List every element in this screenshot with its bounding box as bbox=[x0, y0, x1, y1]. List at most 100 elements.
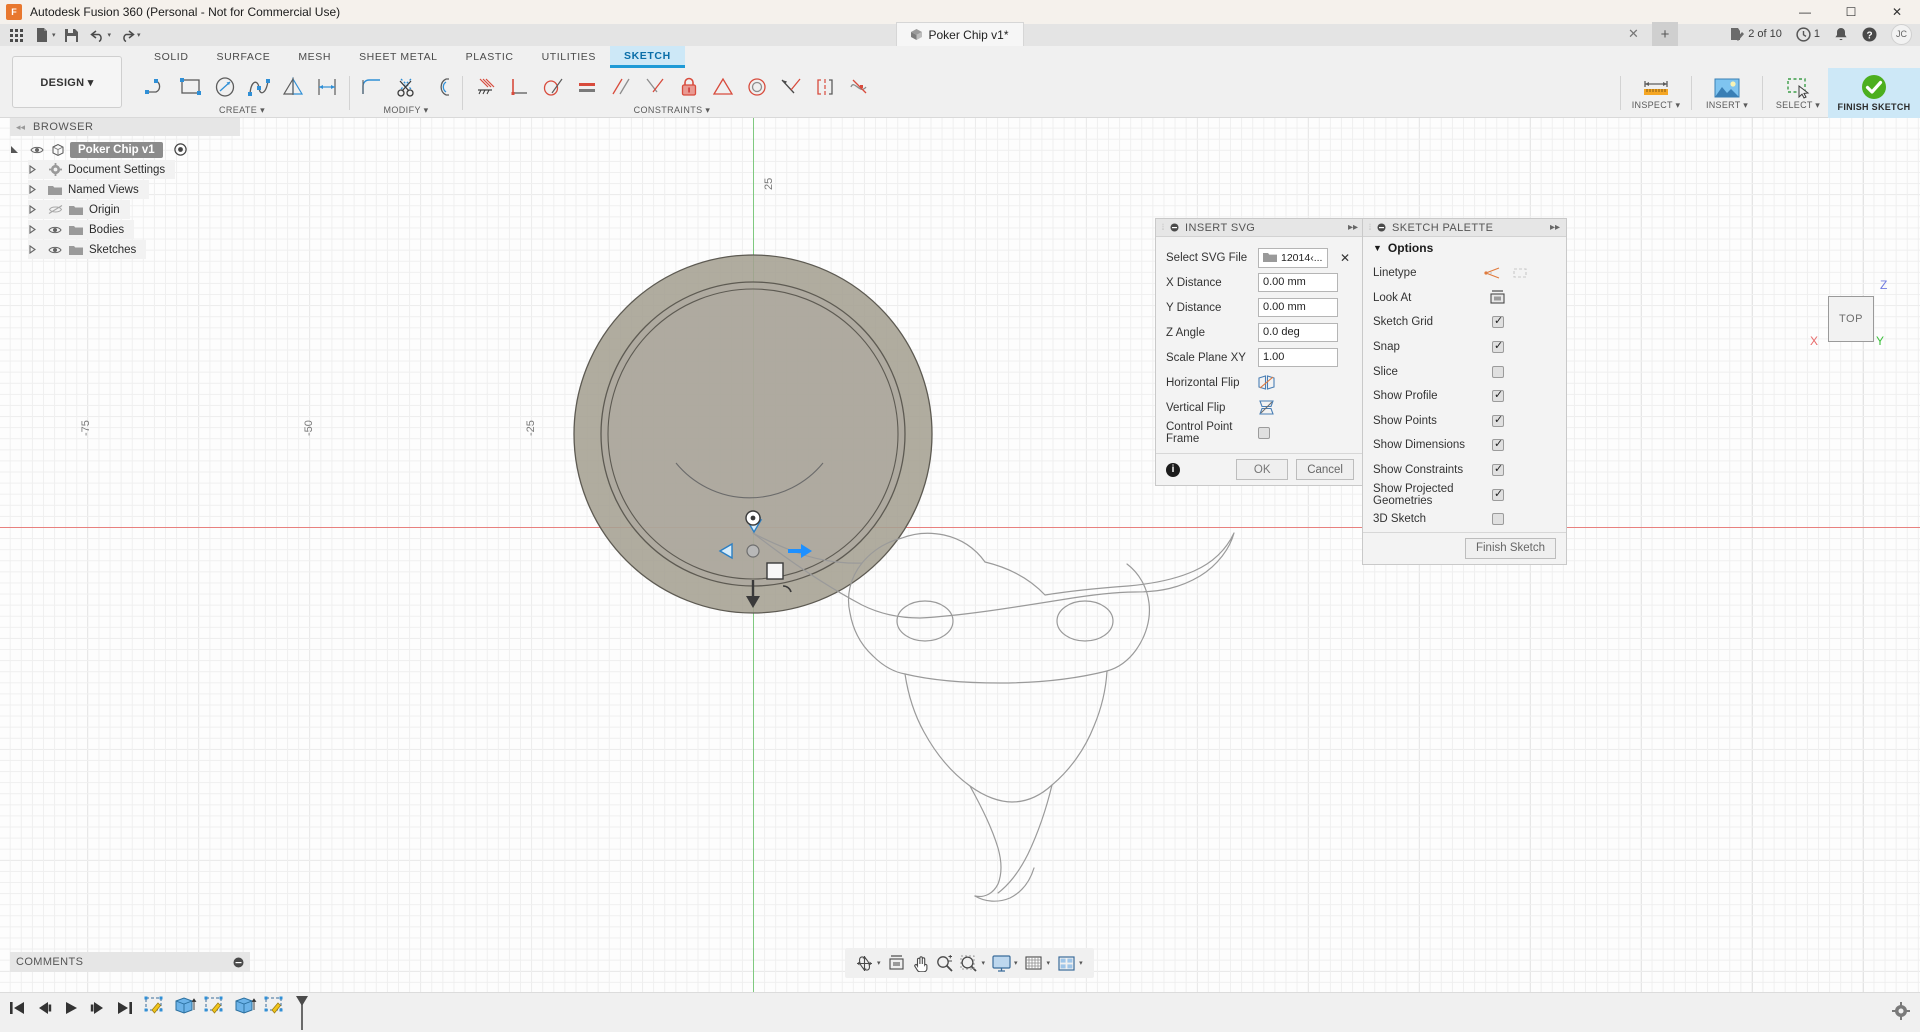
document-tab-close-button[interactable]: ✕ bbox=[1628, 26, 1639, 42]
constraint-parallel-icon[interactable] bbox=[604, 70, 638, 104]
create-rectangle-icon[interactable] bbox=[174, 70, 208, 104]
orbit-icon[interactable] bbox=[853, 951, 875, 975]
tab-utilities[interactable]: UTILITIES bbox=[528, 46, 610, 68]
fit-icon[interactable] bbox=[958, 951, 980, 975]
timeline-feature-sketch-2[interactable] bbox=[203, 996, 227, 1018]
new-tab-button[interactable]: + bbox=[1652, 22, 1678, 46]
browser-root-label[interactable]: Poker Chip v1 bbox=[70, 142, 163, 158]
tab-sheet-metal[interactable]: SHEET METAL bbox=[345, 46, 452, 68]
create-line-icon[interactable] bbox=[140, 70, 174, 104]
constraint-symmetry-icon[interactable] bbox=[706, 70, 740, 104]
help-icon[interactable]: ? bbox=[1862, 27, 1877, 42]
job-history-status[interactable]: 1 bbox=[1796, 27, 1820, 42]
timeline-play-icon[interactable] bbox=[62, 998, 80, 1018]
timeline-feature-sketch-3[interactable] bbox=[263, 996, 287, 1018]
linetype-normal-icon[interactable] bbox=[1483, 266, 1501, 280]
constraint-collinear-icon[interactable] bbox=[774, 70, 808, 104]
sketch-canvas[interactable]: -75 -50 -25 25 bbox=[0, 118, 1920, 1032]
palette-expand-icon[interactable]: ▸▸ bbox=[1550, 222, 1560, 233]
view-cube-face-top[interactable]: TOP bbox=[1828, 296, 1874, 342]
show-points-checkbox[interactable] bbox=[1492, 415, 1504, 427]
modify-fillet-icon[interactable] bbox=[355, 70, 389, 104]
display-settings-caret-icon[interactable]: ▾ bbox=[1014, 959, 1018, 967]
timeline-begin-icon[interactable] bbox=[8, 998, 26, 1018]
modify-offset-icon[interactable] bbox=[423, 70, 457, 104]
sketch-point-origin[interactable] bbox=[738, 503, 768, 533]
visibility-icon[interactable] bbox=[47, 225, 63, 235]
timeline-feature-extrude-2[interactable] bbox=[233, 996, 257, 1018]
constraint-symmetric-icon[interactable] bbox=[808, 70, 842, 104]
z-angle-input[interactable]: 0.0 deg bbox=[1258, 323, 1338, 342]
group-constraints-label[interactable]: CONSTRAINTS ▾ bbox=[634, 105, 711, 116]
look-at-icon[interactable] bbox=[1489, 290, 1506, 305]
workspace-switcher-button[interactable]: DESIGN ▾ bbox=[12, 56, 122, 108]
select-command[interactable]: SELECT ▾ bbox=[1768, 68, 1828, 118]
constraint-fix-lock-icon[interactable] bbox=[672, 70, 706, 104]
finish-sketch-button[interactable]: Finish Sketch bbox=[1465, 538, 1556, 559]
select-svg-file-button[interactable]: 12014‹... bbox=[1258, 248, 1328, 268]
minimize-button[interactable]: — bbox=[1782, 0, 1828, 24]
timeline-step-back-icon[interactable] bbox=[35, 998, 53, 1018]
display-settings-icon[interactable] bbox=[990, 951, 1012, 975]
section-collapse-triangle-icon[interactable]: ▼ bbox=[1373, 243, 1382, 253]
tab-sketch[interactable]: SKETCH bbox=[610, 46, 685, 68]
insert-command[interactable]: INSERT ▾ bbox=[1697, 68, 1757, 118]
x-distance-input[interactable]: 0.00 mm bbox=[1258, 273, 1338, 292]
vertical-flip-icon[interactable] bbox=[1258, 400, 1275, 415]
redo-icon[interactable] bbox=[115, 25, 139, 45]
browser-item-origin[interactable]: Origin bbox=[28, 200, 130, 219]
jobs-status[interactable]: 2 of 10 bbox=[1730, 27, 1782, 41]
user-avatar[interactable]: JC bbox=[1891, 24, 1912, 45]
constraint-curvature-icon[interactable] bbox=[842, 70, 876, 104]
finish-sketch-command[interactable]: FINISH SKETCH bbox=[1828, 68, 1920, 118]
pan-icon[interactable] bbox=[910, 951, 932, 975]
constraint-midpoint-icon[interactable] bbox=[638, 70, 672, 104]
zoom-icon[interactable] bbox=[934, 951, 956, 975]
create-dimension-icon[interactable] bbox=[310, 70, 344, 104]
constraint-tangent-icon[interactable] bbox=[536, 70, 570, 104]
redo-caret-icon[interactable]: ▾ bbox=[137, 31, 141, 39]
viewports-icon[interactable] bbox=[1055, 951, 1077, 975]
constraint-concentric-icon[interactable] bbox=[740, 70, 774, 104]
root-radio-icon[interactable] bbox=[174, 143, 187, 156]
visibility-icon[interactable] bbox=[47, 245, 63, 255]
control-point-frame-checkbox[interactable] bbox=[1258, 427, 1270, 439]
timeline-feature-extrude[interactable] bbox=[173, 996, 197, 1018]
tab-solid[interactable]: SOLID bbox=[140, 46, 203, 68]
dialog-grip-icon[interactable]: ⦙ bbox=[1162, 222, 1164, 233]
palette-grip-icon[interactable]: ⦙ bbox=[1369, 222, 1371, 233]
expand-arrow-icon[interactable] bbox=[28, 225, 42, 234]
options-section-header[interactable]: ▼ Options bbox=[1363, 237, 1566, 261]
new-document-icon[interactable] bbox=[30, 25, 54, 45]
grid-snaps-icon[interactable] bbox=[1023, 951, 1045, 975]
browser-collapse-icon[interactable]: ◂◂ bbox=[16, 122, 25, 133]
inspect-command[interactable]: INSPECT ▾ bbox=[1626, 68, 1686, 118]
browser-item-sketches[interactable]: Sketches bbox=[28, 240, 146, 259]
show-projected-geometries-checkbox[interactable] bbox=[1492, 489, 1504, 501]
expand-arrow-icon[interactable] bbox=[28, 245, 42, 254]
browser-item-bodies[interactable]: Bodies bbox=[28, 220, 134, 239]
linetype-construction-icon[interactable] bbox=[1511, 266, 1529, 280]
save-icon[interactable] bbox=[60, 25, 84, 45]
dialog-expand-icon[interactable]: ▸▸ bbox=[1348, 222, 1358, 233]
show-constraints-checkbox[interactable] bbox=[1492, 464, 1504, 476]
undo-icon[interactable] bbox=[86, 25, 110, 45]
browser-item-named-views[interactable]: Named Views bbox=[28, 180, 149, 199]
modify-trim-icon[interactable] bbox=[389, 70, 423, 104]
browser-item-document-settings[interactable]: Document Settings bbox=[28, 160, 175, 179]
create-mirror-icon[interactable] bbox=[276, 70, 310, 104]
constraint-fix-icon[interactable] bbox=[468, 70, 502, 104]
root-visibility-icon[interactable] bbox=[29, 145, 45, 155]
palette-collapse-icon[interactable] bbox=[1377, 223, 1386, 232]
slice-checkbox[interactable] bbox=[1492, 366, 1504, 378]
ok-button[interactable]: OK bbox=[1236, 459, 1288, 480]
document-tab-poker-chip[interactable]: Poker Chip v1* bbox=[896, 22, 1023, 46]
tab-plastic[interactable]: PLASTIC bbox=[452, 46, 528, 68]
timeline-feature-sketch[interactable] bbox=[143, 996, 167, 1018]
group-create-label[interactable]: CREATE ▾ bbox=[219, 105, 265, 116]
tab-surface[interactable]: SURFACE bbox=[203, 46, 285, 68]
timeline-end-icon[interactable] bbox=[116, 998, 134, 1018]
clear-file-button[interactable]: ✕ bbox=[1340, 251, 1350, 265]
scale-plane-xy-input[interactable]: 1.00 bbox=[1258, 348, 1338, 367]
y-distance-input[interactable]: 0.00 mm bbox=[1258, 298, 1338, 317]
